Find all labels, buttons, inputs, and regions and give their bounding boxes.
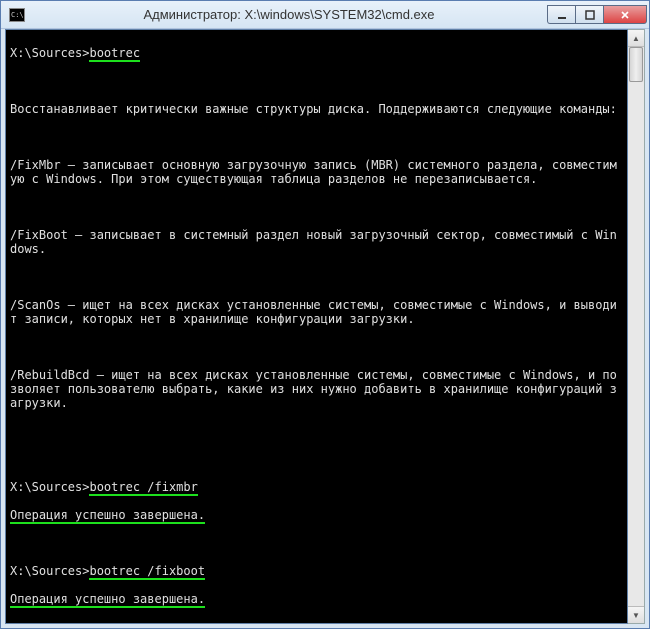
maximize-button[interactable] [575,5,603,24]
prompt: X:\Sources> [10,46,89,60]
window-controls [547,5,647,24]
titlebar[interactable]: C:\ Администратор: X:\windows\SYSTEM32\c… [1,1,649,29]
cmd-fixmbr: bootrec /fixmbr [89,480,197,496]
prompt: X:\Sources> [10,480,89,494]
help-rebuild: /RebuildBcd — ищет на всех дисках устано… [10,368,623,410]
help-fixmbr: /FixMbr — записывает основную загрузочну… [10,158,623,186]
vertical-scrollbar[interactable]: ▲ ▼ [628,29,645,624]
cmd-fixboot: bootrec /fixboot [89,564,205,580]
cmd-window: C:\ Администратор: X:\windows\SYSTEM32\c… [0,0,650,629]
close-button[interactable] [603,5,647,24]
scroll-up-button[interactable]: ▲ [628,30,644,47]
window-title: Администратор: X:\windows\SYSTEM32\cmd.e… [31,7,547,22]
out-success: Операция успешно завершена. [10,592,205,608]
scroll-down-button[interactable]: ▼ [628,606,644,623]
client-area: X:\Sources>bootrec Восстанавливает крити… [1,29,649,628]
cmd-bootrec: bootrec [89,46,140,62]
help-fixboot: /FixBoot — записывает в системный раздел… [10,228,623,256]
help-scanos: /ScanOs — ищет на всех дисках установлен… [10,298,623,326]
console-output[interactable]: X:\Sources>bootrec Восстанавливает крити… [5,29,628,624]
scroll-thumb[interactable] [629,47,643,82]
prompt: X:\Sources> [10,564,89,578]
minimize-button[interactable] [547,5,575,24]
scroll-track[interactable] [628,47,644,606]
cmd-icon: C:\ [9,8,25,22]
help-intro: Восстанавливает критически важные структ… [10,102,623,116]
out-success: Операция успешно завершена. [10,508,205,524]
